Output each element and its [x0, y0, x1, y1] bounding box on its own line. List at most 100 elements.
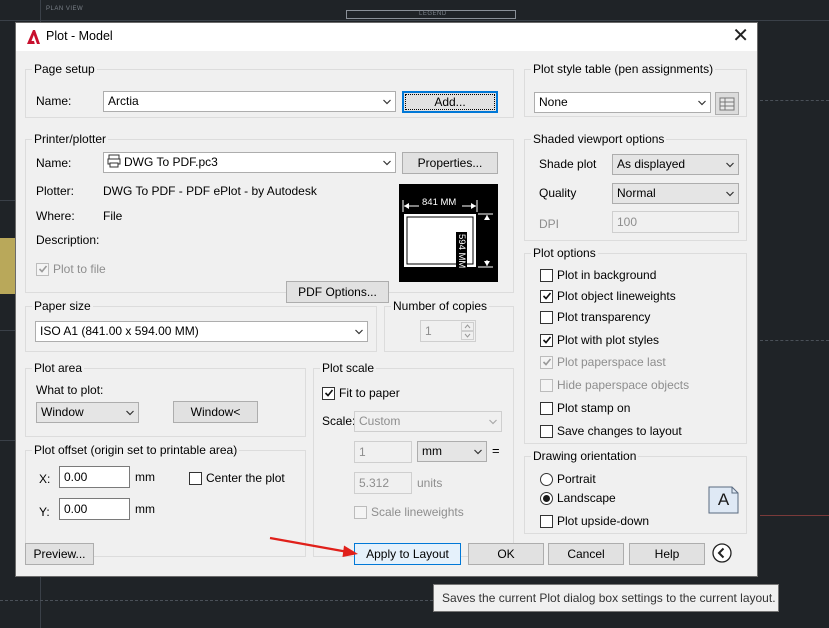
printer-name-label: Name:: [36, 156, 72, 170]
what-to-plot-select[interactable]: Window: [36, 402, 139, 423]
portrait-radio[interactable]: Portrait: [540, 471, 596, 487]
edit-table-icon: [719, 97, 735, 111]
cad-dashed-line: [0, 600, 433, 601]
apply-to-layout-button[interactable]: Apply to Layout: [354, 543, 461, 565]
title-bar[interactable]: Plot - Model ✕: [16, 23, 757, 51]
plot-to-file-checkbox[interactable]: Plot to file: [36, 261, 106, 277]
scale-lineweights-checkbox[interactable]: Scale lineweights: [354, 504, 464, 520]
copies-spinner[interactable]: 1: [420, 320, 476, 342]
plot-stamp-on-label: Plot stamp on: [557, 401, 631, 415]
plot-scale-title: Plot scale: [320, 361, 377, 375]
ok-button[interactable]: OK: [468, 543, 544, 565]
scale-drawing-units-input[interactable]: 5.312: [354, 472, 412, 494]
page-setup-group: Page setup Name: Arctia Add...: [25, 62, 514, 118]
dpi-value: 100: [617, 215, 638, 229]
printer-name-select[interactable]: DWG To PDF.pc3: [103, 152, 396, 173]
fit-to-paper-checkbox[interactable]: Fit to paper: [322, 385, 400, 401]
offset-y-value: 0.00: [64, 502, 88, 516]
plot-scale-group: Plot scale Fit to paper Scale: Custom 1 …: [313, 361, 514, 557]
plot-style-table-title: Plot style table (pen assignments): [531, 62, 716, 76]
shade-plot-select[interactable]: As displayed: [612, 154, 739, 175]
chevron-down-icon: [126, 409, 134, 417]
plot-upside-down-checkbox[interactable]: Plot upside-down: [540, 513, 649, 529]
close-icon[interactable]: ✕: [732, 25, 749, 47]
cad-dashed-line: [760, 340, 829, 341]
plot-area-title: Plot area: [32, 361, 85, 375]
chevron-down-icon: [489, 418, 497, 426]
plot-with-plot-styles-checkbox[interactable]: Plot with plot styles: [540, 332, 659, 348]
plot-object-lineweights-checkbox[interactable]: Plot object lineweights: [540, 288, 676, 304]
offset-y-unit: mm: [135, 502, 155, 516]
offset-y-input[interactable]: 0.00: [59, 498, 130, 520]
radio-circle: [540, 472, 553, 486]
page-setup-title: Page setup: [32, 62, 97, 76]
offset-x-value: 0.00: [64, 470, 88, 484]
center-the-plot-label: Center the plot: [206, 471, 285, 485]
chevron-down-icon: [383, 159, 391, 167]
save-changes-to-layout-label: Save changes to layout: [557, 424, 682, 438]
spinner-up-icon[interactable]: [461, 322, 474, 331]
drawing-orientation-title: Drawing orientation: [531, 449, 639, 463]
hide-paperspace-objects-checkbox[interactable]: Hide paperspace objects: [540, 377, 689, 393]
chevron-down-icon: [474, 448, 482, 456]
preview-button[interactable]: Preview...: [25, 543, 94, 565]
portrait-label: Portrait: [557, 472, 596, 486]
page-setup-name-select[interactable]: Arctia: [103, 91, 396, 112]
checkbox-box: [540, 378, 553, 392]
checkbox-box: [36, 262, 49, 276]
scale-paper-units-input[interactable]: 1: [354, 441, 412, 463]
save-changes-to-layout-checkbox[interactable]: Save changes to layout: [540, 423, 682, 439]
scale-value1: 1: [359, 445, 366, 459]
plot-with-plot-styles-label: Plot with plot styles: [557, 333, 660, 347]
quality-value: Normal: [617, 186, 656, 200]
plot-area-group: Plot area What to plot: Window Window<: [25, 361, 306, 437]
help-button[interactable]: Help: [629, 543, 705, 565]
paper-size-select[interactable]: ISO A1 (841.00 x 594.00 MM): [35, 321, 368, 342]
dpi-input[interactable]: 100: [612, 211, 739, 233]
add-button-label: Add...: [405, 94, 495, 110]
window-pick-button[interactable]: Window<: [173, 401, 258, 423]
offset-x-input[interactable]: 0.00: [59, 466, 130, 488]
plot-paperspace-last-checkbox[interactable]: Plot paperspace last: [540, 354, 666, 370]
plot-stamp-on-checkbox[interactable]: Plot stamp on: [540, 400, 630, 416]
checkbox-box: [540, 268, 553, 282]
cad-line: [0, 200, 15, 201]
checkbox-box: [540, 355, 553, 369]
paper-size-preview: 841 MM 594 MM: [399, 184, 498, 282]
checkbox-box: [540, 424, 553, 438]
printer-plotter-title: Printer/plotter: [32, 132, 109, 146]
plot-upside-down-label: Plot upside-down: [557, 514, 650, 528]
scale-units-label: units: [417, 476, 443, 490]
plot-style-select[interactable]: None: [534, 92, 711, 113]
checkbox-box: [322, 386, 335, 400]
pdf-options-button[interactable]: PDF Options...: [286, 281, 389, 303]
checkbox-box: [540, 333, 553, 347]
cancel-button[interactable]: Cancel: [548, 543, 624, 565]
autocad-logo-icon: [27, 30, 40, 44]
add-page-setup-button[interactable]: Add...: [402, 91, 498, 113]
plot-transparency-checkbox[interactable]: Plot transparency: [540, 309, 650, 325]
checkmark-icon: [324, 389, 333, 397]
center-the-plot-checkbox[interactable]: Center the plot: [189, 470, 285, 486]
edit-plot-style-button[interactable]: [715, 92, 739, 115]
plot-in-background-checkbox[interactable]: Plot in background: [540, 267, 656, 283]
cad-dashed-line: [760, 100, 829, 101]
plot-options-group: Plot options Plot in background Plot obj…: [524, 246, 747, 444]
checkbox-box: [540, 289, 553, 303]
checkbox-box: [189, 471, 202, 485]
cad-legend-label: LEGEND: [419, 11, 447, 17]
landscape-radio[interactable]: Landscape: [540, 490, 616, 506]
shade-plot-value: As displayed: [617, 157, 686, 171]
landscape-label: Landscape: [557, 491, 616, 505]
paper-size-group: Paper size ISO A1 (841.00 x 594.00 MM): [25, 299, 377, 352]
properties-button[interactable]: Properties...: [402, 152, 498, 174]
spinner-down-icon[interactable]: [461, 331, 474, 340]
checkmark-icon: [542, 336, 551, 344]
paper-size-value: ISO A1 (841.00 x 594.00 MM): [40, 324, 199, 338]
scale-unit-select[interactable]: mm: [417, 441, 487, 462]
radio-circle: [540, 491, 553, 505]
scale-select[interactable]: Custom: [354, 411, 502, 432]
quality-select[interactable]: Normal: [612, 183, 739, 204]
checkbox-box: [540, 401, 553, 415]
collapse-options-button[interactable]: [712, 543, 732, 563]
